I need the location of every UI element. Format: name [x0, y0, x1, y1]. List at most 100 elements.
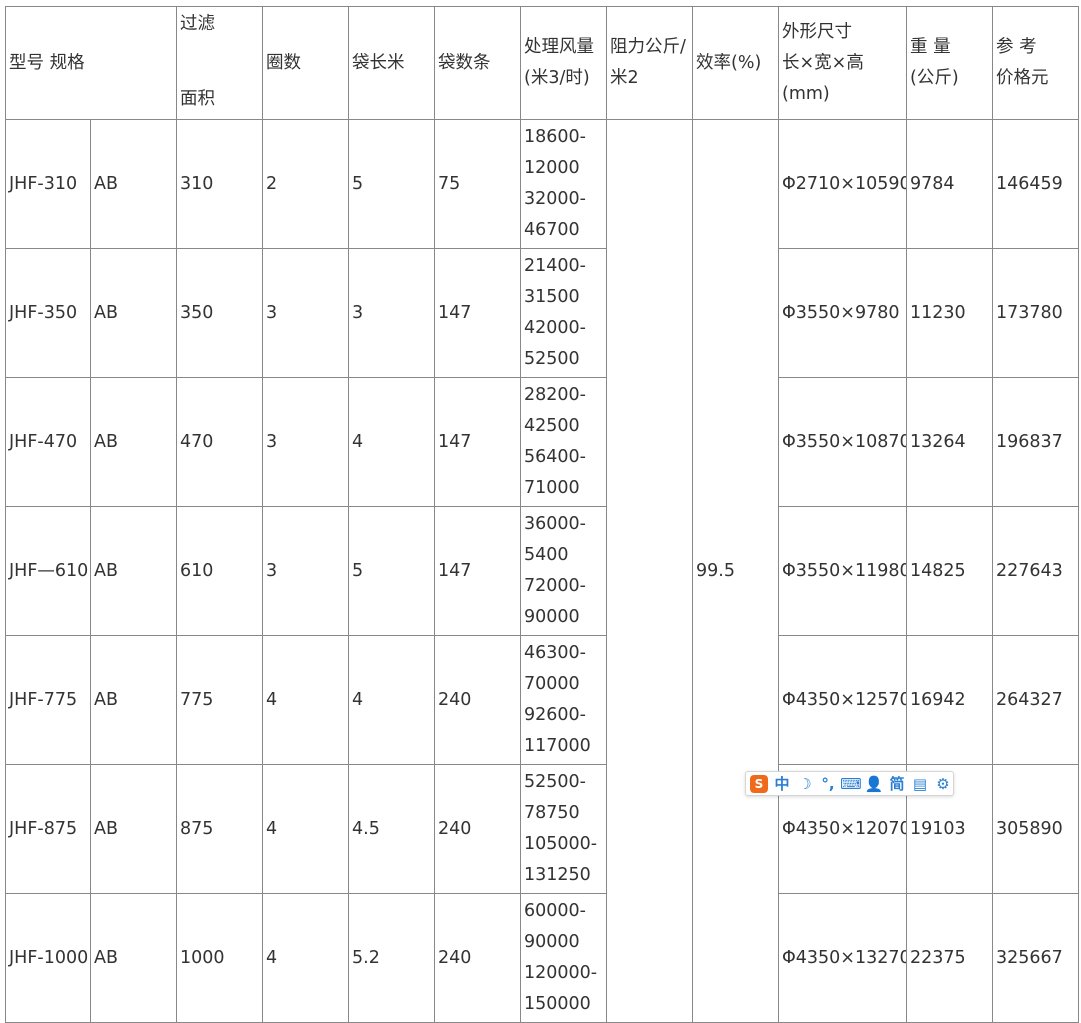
- header-filter-area-line2: 面积: [180, 89, 215, 109]
- cell-spec: AB: [90, 506, 177, 636]
- airflow-line: 31500: [524, 287, 580, 307]
- cell-model: JHF-1000: [5, 893, 91, 1023]
- header-dimensions: 外形尺寸 长×宽×高 (mm): [778, 6, 907, 120]
- cell-area: 875: [176, 764, 263, 894]
- ime-logo-icon[interactable]: S: [750, 774, 768, 793]
- table-row: JHF—610 AB 610 3 5 147 36000- 5400 72000…: [5, 506, 1079, 636]
- cell-bag-length: 5: [348, 119, 435, 249]
- table-row: JHF-470 AB 470 3 4 147 28200- 42500 5640…: [5, 377, 1079, 507]
- airflow-line: 28200-: [524, 385, 586, 405]
- cell-weight: 9784: [906, 119, 993, 249]
- cell-spec: AB: [90, 119, 177, 249]
- airflow-line: 120000-: [524, 963, 598, 983]
- cell-rings: 2: [262, 119, 349, 249]
- cell-area: 1000: [176, 893, 263, 1023]
- cell-bag-count: 147: [434, 248, 521, 378]
- header-price: 参 考 价格元: [992, 6, 1079, 120]
- airflow-line: 60000-: [524, 901, 586, 921]
- cell-bag-count: 147: [434, 377, 521, 507]
- airflow-line: 52500: [524, 349, 580, 369]
- spec-table: 型号 规格 过滤 面积 圈数 袋长米 袋数条 处理风量 (米3/时) 阻力公斤/…: [5, 6, 1079, 1023]
- cell-model: JHF-470: [5, 377, 91, 507]
- airflow-line: 36000-: [524, 514, 586, 534]
- cell-bag-length: 4: [348, 377, 435, 507]
- airflow-line: 71000: [524, 478, 580, 498]
- cell-bag-length: 5.2: [348, 893, 435, 1023]
- cell-area: 470: [176, 377, 263, 507]
- header-dimensions-line1: 外形尺寸: [782, 21, 852, 42]
- cell-airflow: 60000- 90000 120000- 150000: [520, 893, 607, 1023]
- airflow-line: 12000: [524, 158, 580, 178]
- cell-price: 264327: [992, 635, 1079, 765]
- cell-bag-length: 3: [348, 248, 435, 378]
- chinese-mode-icon[interactable]: 中: [773, 775, 791, 793]
- cell-weight: 13264: [906, 377, 993, 507]
- table-row: JHF-1000 AB 1000 4 5.2 240 60000- 90000 …: [5, 893, 1079, 1023]
- cell-spec: AB: [90, 893, 177, 1023]
- cell-dimensions: Φ2710×10590: [778, 119, 907, 249]
- airflow-line: 105000-: [524, 834, 598, 854]
- gear-icon[interactable]: ⚙: [934, 775, 952, 793]
- cell-price: 325667: [992, 893, 1079, 1023]
- airflow-line: 18600-: [524, 127, 586, 147]
- header-bag-length: 袋长米: [348, 6, 435, 120]
- cell-airflow: 52500- 78750 105000- 131250: [520, 764, 607, 894]
- header-filter-area-line1: 过滤: [180, 14, 215, 34]
- airflow-line: 78750: [524, 803, 580, 823]
- airflow-line: 21400-: [524, 256, 586, 276]
- header-resistance-line1: 阻力公斤/: [610, 37, 686, 57]
- keyboard-icon[interactable]: ⌨: [840, 775, 862, 793]
- header-efficiency-text: 效率(%): [696, 52, 762, 73]
- airflow-line: 42000-: [524, 318, 586, 338]
- header-airflow-line2: (米3/时): [524, 68, 590, 88]
- cell-spec: AB: [90, 377, 177, 507]
- table-row: JHF-350 AB 350 3 3 147 21400- 31500 4200…: [5, 248, 1079, 378]
- cell-rings: 3: [262, 248, 349, 378]
- cell-model: JHF-310: [5, 119, 91, 249]
- cell-bag-count: 147: [434, 506, 521, 636]
- cell-bag-count: 240: [434, 635, 521, 765]
- cell-price: 196837: [992, 377, 1079, 507]
- airflow-line: 72000-: [524, 576, 586, 596]
- skin-icon[interactable]: ▤: [911, 775, 929, 793]
- header-price-line1: 参 考: [996, 37, 1037, 57]
- punctuation-icon[interactable]: °,: [819, 775, 837, 793]
- cell-rings: 3: [262, 506, 349, 636]
- ime-toolbar[interactable]: S 中 ☽ °, ⌨ 👤 简 ▤ ⚙: [745, 771, 954, 796]
- cell-price: 227643: [992, 506, 1079, 636]
- cell-airflow: 46300- 70000 92600- 117000: [520, 635, 607, 765]
- user-icon[interactable]: 👤: [865, 775, 884, 793]
- cell-bag-count: 240: [434, 893, 521, 1023]
- cell-weight: 22375: [906, 893, 993, 1023]
- cell-bag-length: 5: [348, 506, 435, 636]
- header-resistance: 阻力公斤/ 米2: [606, 6, 693, 120]
- cell-rings: 4: [262, 635, 349, 765]
- table-row: JHF-775 AB 775 4 4 240 46300- 70000 9260…: [5, 635, 1079, 765]
- header-weight-line1: 重 量: [910, 37, 951, 57]
- cell-dimensions: Φ4350×13270: [778, 893, 907, 1023]
- header-bag-count-text: 袋数条: [438, 52, 491, 73]
- simplified-icon[interactable]: 简: [888, 775, 906, 793]
- cell-dimensions: Φ3550×10870: [778, 377, 907, 507]
- header-dimensions-line2: 长×宽×高: [782, 52, 864, 73]
- cell-airflow: 36000- 5400 72000- 90000: [520, 506, 607, 636]
- cell-model: JHF-875: [5, 764, 91, 894]
- airflow-line: 46300-: [524, 643, 586, 663]
- header-rings: 圈数: [262, 6, 349, 120]
- cell-price: 173780: [992, 248, 1079, 378]
- header-model: 型号 规格: [5, 6, 177, 120]
- header-airflow: 处理风量 (米3/时): [520, 6, 607, 120]
- cell-area: 610: [176, 506, 263, 636]
- header-bag-length-text: 袋长米: [352, 52, 405, 73]
- table-row: JHF-310 AB 310 2 5 75 18600- 12000 32000…: [5, 119, 1079, 1023]
- cell-price: 305890: [992, 764, 1079, 894]
- cell-model: JHF-350: [5, 248, 91, 378]
- header-weight: 重 量 (公斤): [906, 6, 993, 120]
- cell-spec: AB: [90, 635, 177, 765]
- airflow-line: 117000: [524, 736, 591, 756]
- cell-weight: 11230: [906, 248, 993, 378]
- airflow-line: 92600-: [524, 705, 586, 725]
- header-model-text: 型号 规格: [9, 52, 85, 73]
- airflow-line: 42500: [524, 416, 580, 436]
- moon-icon[interactable]: ☽: [796, 775, 814, 793]
